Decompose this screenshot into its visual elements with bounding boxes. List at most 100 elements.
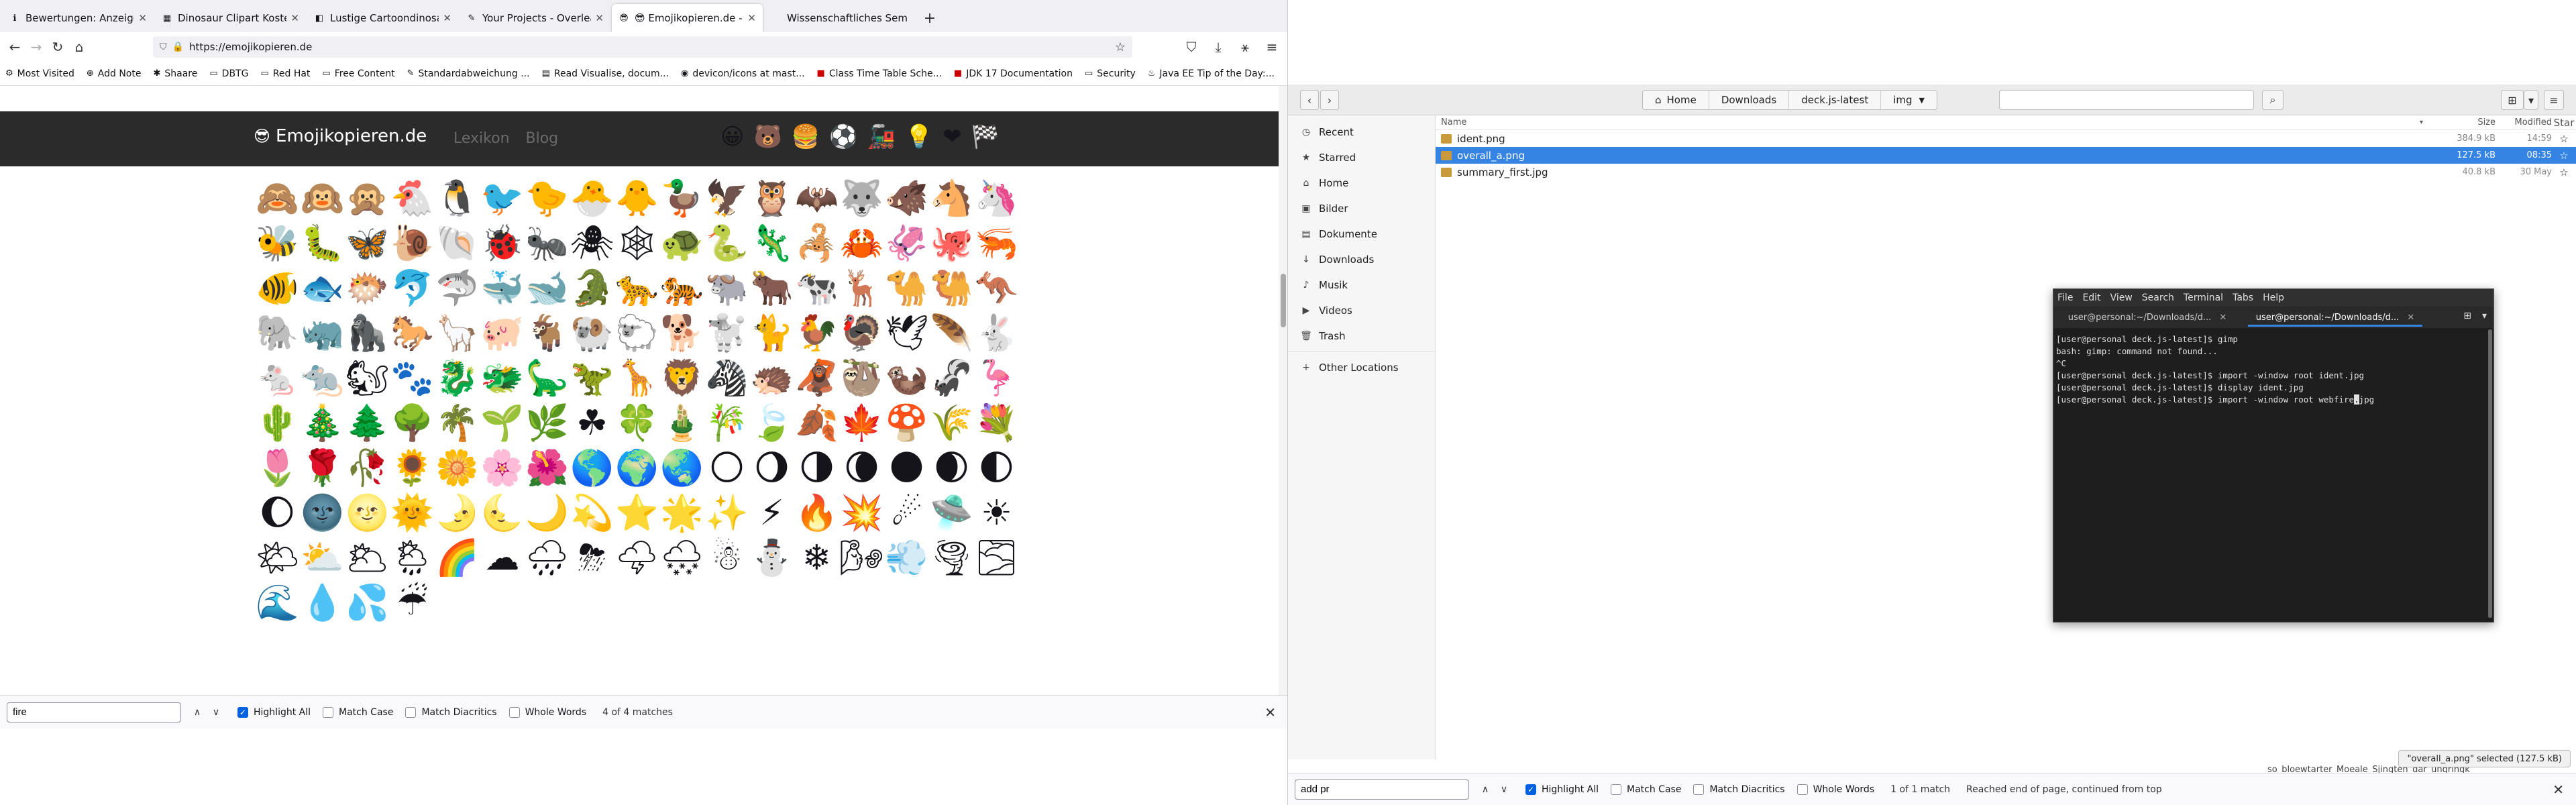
star-icon[interactable]: ☆ (2552, 133, 2576, 145)
emoji-item[interactable]: 🌒 (929, 445, 974, 490)
file-row-selected[interactable]: overall_a.png 127.5 kB 08:35 ☆ (1436, 147, 2576, 164)
emoji-item[interactable]: 🐚 (435, 221, 480, 266)
emoji-item[interactable]: 🌨 (659, 535, 704, 580)
close-tab-icon[interactable]: ✕ (290, 12, 299, 24)
emoji-item[interactable]: 🦁 (659, 356, 704, 400)
emoji-item[interactable]: ☀ (974, 490, 1019, 535)
find-previous-icon[interactable]: ∧ (1476, 780, 1495, 799)
emoji-item[interactable]: ✨ (704, 490, 749, 535)
category-emoji-icon[interactable]: 🍔 (792, 123, 820, 150)
emoji-item[interactable]: 🐺 (839, 176, 884, 221)
emoji-item[interactable]: 🐊 (570, 266, 614, 311)
emoji-item[interactable]: 🐌 (390, 221, 435, 266)
emoji-item[interactable]: 🔥 (794, 490, 839, 535)
emoji-item[interactable]: 🐕 (659, 311, 704, 356)
emoji-item[interactable]: ⛄ (749, 535, 794, 580)
emoji-item[interactable]: 🐈 (749, 311, 794, 356)
emoji-item[interactable]: 🐟 (300, 266, 345, 311)
sidebar-item-bilder[interactable]: ▣ Bilder (1288, 196, 1435, 221)
emoji-item[interactable]: 🐃 (704, 266, 749, 311)
emoji-item[interactable]: 🐁 (255, 356, 300, 400)
emoji-item[interactable]: 🦌 (839, 266, 884, 311)
close-icon[interactable]: ✕ (2219, 313, 2226, 323)
emoji-item[interactable]: 💐 (974, 400, 1019, 445)
scrollbar-thumb[interactable] (2488, 329, 2492, 618)
emoji-item[interactable]: 🐗 (884, 176, 929, 221)
emoji-item[interactable]: 🦘 (974, 266, 1019, 311)
search-icon[interactable]: ⌕ (2262, 90, 2284, 110)
downloads-icon[interactable]: ⤓ (1208, 36, 1229, 58)
emoji-item[interactable]: 🦇 (794, 176, 839, 221)
emoji-item[interactable]: ☁ (480, 535, 525, 580)
find-input[interactable] (7, 702, 181, 722)
back-icon[interactable]: ‹ (1300, 90, 1319, 110)
sidebar-item-dokumente[interactable]: ▤ Dokumente (1288, 221, 1435, 247)
emoji-item[interactable]: ❄ (794, 535, 839, 580)
emoji-item[interactable]: 🌬 (839, 535, 884, 580)
emoji-item[interactable]: 🌟 (659, 490, 704, 535)
emoji-item[interactable]: 🐅 (659, 266, 704, 311)
emoji-item[interactable]: 🐀 (300, 356, 345, 400)
find-previous-icon[interactable]: ∧ (188, 703, 207, 722)
emoji-item[interactable]: 🐓 (794, 311, 839, 356)
emoji-item[interactable]: 🌹 (300, 445, 345, 490)
emoji-item[interactable]: ⛈ (570, 535, 614, 580)
tab-lustige-cartoon[interactable]: ◧ Lustige Cartoondinosauri ✕ (307, 4, 458, 32)
file-row[interactable]: ident.png 384.9 kB 14:59 ☆ (1436, 130, 2576, 147)
match-case-checkbox[interactable]: Match Case (323, 706, 393, 718)
emoji-item[interactable]: 🦐 (974, 221, 1019, 266)
close-tab-icon[interactable]: ✕ (443, 12, 451, 24)
emoji-item[interactable]: 🍂 (794, 400, 839, 445)
extensions-icon[interactable]: ⚹ (1234, 36, 1256, 58)
bookmark-item[interactable]: ✎ Standardabweichung ... (407, 68, 530, 79)
emoji-item[interactable]: 🌪 (929, 535, 974, 580)
emoji-item[interactable]: 🐤 (525, 176, 570, 221)
emoji-item[interactable]: 💫 (570, 490, 614, 535)
emoji-item[interactable]: 🦥 (839, 356, 884, 400)
emoji-item[interactable]: 🐑 (614, 311, 659, 356)
emoji-item[interactable]: 🐫 (929, 266, 974, 311)
emoji-item[interactable]: 🐳 (480, 266, 525, 311)
forward-icon[interactable]: → (25, 36, 47, 58)
emoji-item[interactable]: 💨 (884, 535, 929, 580)
category-emoji-icon[interactable]: ⚽ (829, 123, 857, 150)
emoji-item[interactable]: 🦩 (974, 356, 1019, 400)
emoji-item[interactable]: 🦄 (974, 176, 1019, 221)
bookmark-star-icon[interactable]: ☆ (1115, 40, 1126, 54)
emoji-item[interactable]: 🙈 (255, 176, 300, 221)
menu-terminal[interactable]: Terminal (2184, 292, 2223, 303)
emoji-item[interactable]: 🐄 (794, 266, 839, 311)
emoji-item[interactable]: 🐐 (525, 311, 570, 356)
emoji-item[interactable]: 🦧 (794, 356, 839, 400)
column-modified[interactable]: Modified (2496, 117, 2552, 127)
emoji-item[interactable]: 🐖 (480, 311, 525, 356)
new-tab-button[interactable]: + (916, 4, 943, 32)
emoji-item[interactable]: 🌻 (390, 445, 435, 490)
tab-wissenschaftliches-seminar[interactable]: Wissenschaftliches Seminar (764, 4, 915, 32)
location-field[interactable] (1999, 90, 2254, 110)
emoji-item[interactable]: 🦨 (929, 356, 974, 400)
menu-view[interactable]: View (2110, 292, 2133, 303)
find-input[interactable] (1295, 779, 1469, 800)
emoji-item[interactable]: 🍄 (884, 400, 929, 445)
emoji-item[interactable]: 🌫 (974, 535, 1019, 580)
emoji-item[interactable]: 🌗 (794, 445, 839, 490)
emoji-item[interactable]: 🍃 (749, 400, 794, 445)
crumb-deck[interactable]: deck.js-latest (1789, 91, 1882, 109)
file-row[interactable]: summary_first.jpg 40.8 kB 30 May ☆ (1436, 164, 2576, 180)
emoji-item[interactable]: ☃ (704, 535, 749, 580)
bookmark-item[interactable]: ⊕ Add Note (87, 68, 142, 79)
emoji-item[interactable]: 🦋 (345, 221, 390, 266)
emoji-item[interactable]: 🦃 (839, 311, 884, 356)
pocket-icon[interactable]: ⛉ (1181, 36, 1202, 58)
emoji-item[interactable]: 🌸 (480, 445, 525, 490)
tab-bewertungen[interactable]: ℹ Bewertungen: Anzeigen ✕ (3, 4, 154, 32)
bookmark-item[interactable]: ♨ Java EE Tip of the Day:... (1148, 68, 1275, 79)
emoji-item[interactable]: 🌖 (749, 445, 794, 490)
emoji-item[interactable]: 🐇 (974, 311, 1019, 356)
category-emoji-icon[interactable]: 🐻 (753, 123, 782, 150)
emoji-item[interactable]: 🦍 (345, 311, 390, 356)
crumb-home[interactable]: ⌂ Home (1643, 91, 1709, 109)
emoji-item[interactable]: ☄ (884, 490, 929, 535)
emoji-item[interactable]: 🌿 (525, 400, 570, 445)
